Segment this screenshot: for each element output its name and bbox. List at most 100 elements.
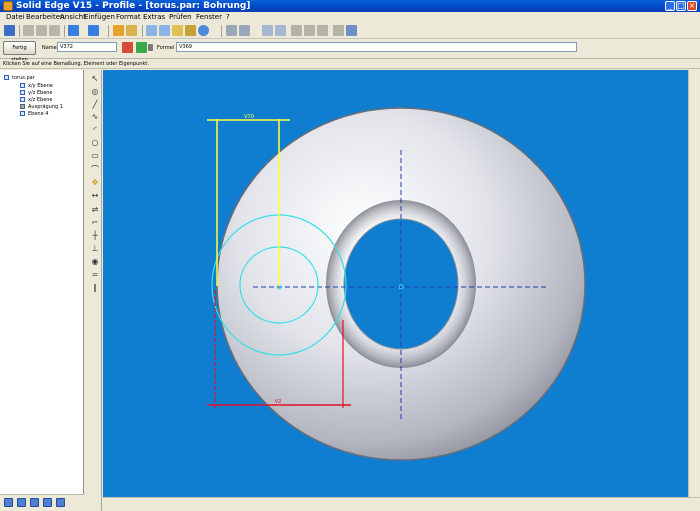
curve-icon[interactable]: ∿ [90, 112, 100, 122]
plane-icon [20, 90, 25, 95]
concentric-icon[interactable]: ◉ [90, 257, 100, 267]
feature-pathfinder-tab-icon[interactable] [4, 498, 13, 507]
redo-icon[interactable] [88, 25, 99, 36]
intellisketch-icon[interactable]: ◎ [90, 87, 100, 97]
fit-icon[interactable] [275, 25, 286, 36]
toolbar-separator [142, 25, 143, 37]
pan-icon[interactable] [304, 25, 315, 36]
copy-icon[interactable] [36, 25, 47, 36]
window-title: Solid Edge V15 - Profile - [torus.par: B… [16, 1, 251, 11]
cut-icon[interactable] [23, 25, 34, 36]
arc-icon[interactable]: ◜ [90, 125, 100, 135]
parallel-icon[interactable]: ∥ [90, 283, 100, 293]
library-tab-icon[interactable] [43, 498, 52, 507]
help-icon[interactable] [346, 25, 357, 36]
tangent-icon[interactable]: ⊥ [90, 244, 100, 254]
tree-item-xz-plane[interactable]: x/z Ebene [20, 97, 53, 103]
vertical-scrollbar[interactable] [688, 70, 700, 497]
toolbar-separator [19, 25, 20, 37]
menu-extras[interactable]: Extras [143, 12, 165, 22]
graphics-viewport[interactable]: V70 V2 [103, 70, 688, 497]
material-icon[interactable] [185, 25, 196, 36]
save-icon[interactable] [4, 25, 15, 36]
shading-icon[interactable] [172, 25, 183, 36]
tree-item-yz-plane[interactable]: y/z Ebene [20, 90, 53, 96]
tree-item-part[interactable]: torus.par [4, 75, 35, 81]
select-tool-icon[interactable] [113, 25, 124, 36]
view-iso-icon[interactable] [159, 25, 170, 36]
sensors-tab-icon[interactable] [30, 498, 39, 507]
paste-icon[interactable] [49, 25, 60, 36]
upper-dimension-label[interactable]: V70 [244, 114, 254, 120]
done-button[interactable]: Fertig stellen [3, 41, 36, 63]
connect-icon[interactable]: ┼ [90, 231, 100, 241]
grid-icon[interactable] [333, 25, 344, 36]
menu-datei[interactable]: Datei [6, 12, 25, 22]
menu-pruefen[interactable]: Prüfen [169, 12, 192, 22]
toolbar-separator [221, 25, 222, 37]
menu-fenster[interactable]: Fenster [196, 12, 222, 22]
zoom-icon[interactable] [291, 25, 302, 36]
toolbar-separator [108, 25, 109, 37]
move-icon[interactable]: ✥ [90, 178, 100, 188]
menu-format[interactable]: Format [116, 12, 141, 22]
view-front-icon[interactable] [146, 25, 157, 36]
minimize-button[interactable]: _ [665, 1, 675, 11]
undo-icon[interactable] [68, 25, 79, 36]
prompt-text: Klicken Sie auf eine Bemaßung, Element o… [3, 61, 149, 67]
part-icon [4, 75, 9, 80]
tree-item-plane-4[interactable]: Ebene 4 [20, 111, 48, 117]
plane-icon [20, 97, 25, 102]
globe-icon[interactable] [198, 25, 209, 36]
menu-ansicht[interactable]: Ansicht [60, 12, 86, 22]
maximize-button[interactable]: □ [676, 1, 686, 11]
display-mode-icon[interactable] [226, 25, 237, 36]
family-tab-icon[interactable] [56, 498, 65, 507]
select-arrow-icon[interactable]: ↖ [90, 74, 100, 84]
menu-einfuegen[interactable]: Einfügen [84, 12, 115, 22]
equal-icon[interactable]: = [90, 270, 100, 280]
fillet-icon[interactable]: ⌒ [90, 165, 100, 175]
name-label: Name [42, 45, 57, 51]
menu-bearbeiten[interactable]: Bearbeiten [26, 12, 64, 22]
tree-item-label: Ebene 4 [28, 111, 49, 117]
prompt-bar: Klicken Sie auf eine Bemaßung, Element o… [0, 60, 700, 69]
tree-item-protrusion[interactable]: Ausprägung 1 [20, 104, 63, 110]
cancel-icon[interactable] [122, 42, 133, 53]
toolbar-separator [64, 25, 65, 37]
mirror-icon[interactable]: ⇌ [90, 205, 100, 215]
close-button[interactable]: × [687, 1, 697, 11]
tree-item-label: x/y Ebene [28, 83, 53, 89]
main-toolbar [0, 22, 700, 39]
menu-help[interactable]: ? [226, 12, 230, 22]
title-bar: Solid Edge V15 - Profile - [torus.par: B… [0, 0, 700, 12]
zoom-area-icon[interactable] [262, 25, 273, 36]
tree-item-label: x/z Ebene [28, 97, 53, 103]
accept-icon[interactable] [136, 42, 147, 53]
protrusion-icon [20, 104, 25, 109]
chevron-down-icon[interactable] [148, 44, 153, 51]
formula-field[interactable]: V369 [176, 42, 577, 52]
rectangle-icon[interactable]: ▭ [90, 151, 100, 161]
menu-bar: Datei Bearbeiten Ansicht Einfügen Format… [0, 12, 700, 22]
rotate-icon[interactable] [317, 25, 328, 36]
circle-icon[interactable]: ○ [90, 138, 100, 148]
name-field[interactable]: V372 [57, 42, 117, 52]
plane-icon [20, 83, 25, 88]
sketch-toolbar: ↖ ◎ ╱ ∿ ◜ ○ ▭ ⌒ ✥ ↔ ⇌ ⌐ ┼ ⊥ ◉ = ∥ [88, 70, 102, 511]
dimension-icon[interactable]: ↔ [90, 191, 100, 201]
app-icon [3, 1, 13, 11]
tree-item-xy-plane[interactable]: x/y Ebene [20, 83, 53, 89]
edgebar-tabs [0, 494, 84, 511]
tree-item-label: Ausprägung 1 [28, 104, 63, 110]
wireframe-icon[interactable] [239, 25, 250, 36]
tree-item-label: torus.par [12, 75, 35, 81]
layers-tab-icon[interactable] [17, 498, 26, 507]
sketch-icon[interactable] [126, 25, 137, 36]
tree-item-label: y/z Ebene [28, 90, 53, 96]
lower-dimension-label[interactable]: V2 [275, 399, 282, 405]
line-icon[interactable]: ╱ [90, 100, 100, 110]
formula-label: Formel [157, 45, 175, 51]
trim-icon[interactable]: ⌐ [90, 218, 100, 228]
horizontal-scrollbar[interactable] [103, 497, 700, 511]
